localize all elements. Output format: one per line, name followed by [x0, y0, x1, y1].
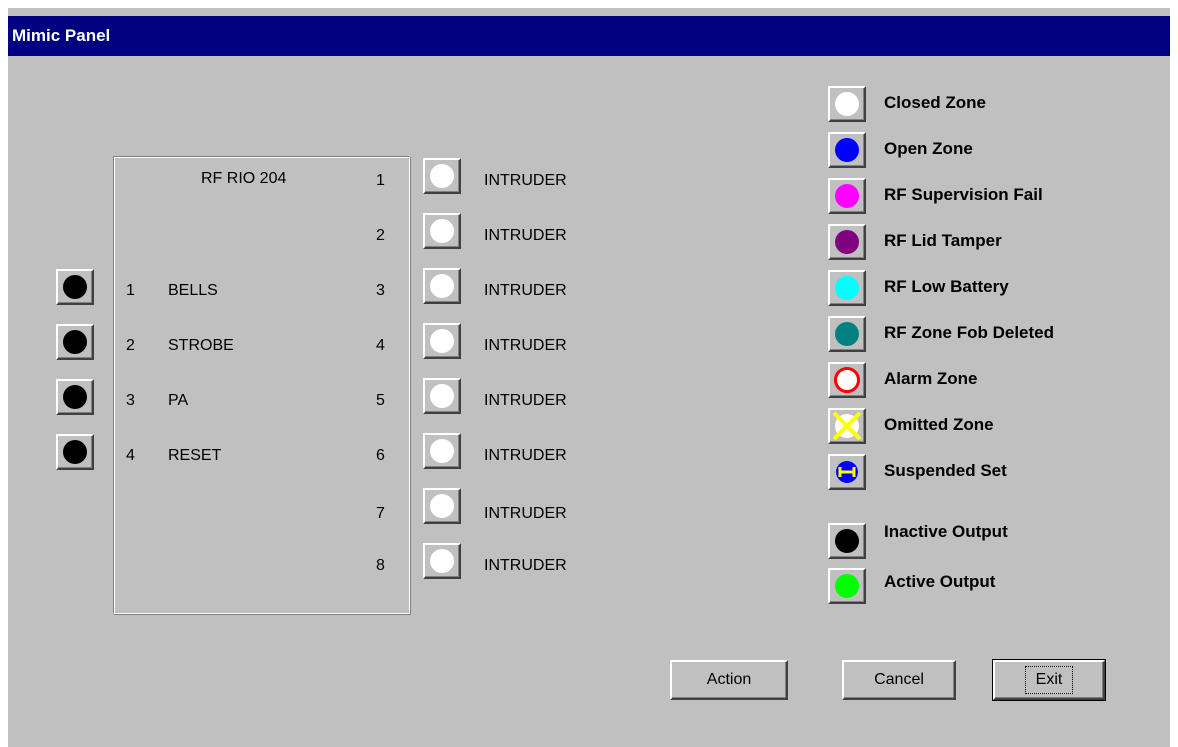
zone-3-button[interactable] [423, 268, 461, 304]
legend-rf-lid-tamper-label: RF Lid Tamper [884, 231, 1002, 250]
legend-rf-low-battery-label: RF Low Battery [884, 277, 1009, 296]
zone-1-button[interactable] [423, 158, 461, 194]
suspended-set-icon [836, 461, 858, 483]
zone-1-label: INTRUDER [484, 172, 567, 189]
zone-7-number: 7 [376, 505, 385, 522]
white-circle-icon [430, 219, 454, 243]
output-1-label: BELLS [168, 282, 218, 299]
exit-button[interactable]: Exit [992, 659, 1106, 701]
teal-circle-icon [835, 322, 859, 346]
legend-rf-zone-fob-deleted-label: RF Zone Fob Deleted [884, 323, 1054, 342]
legend-closed-zone-label: Closed Zone [884, 93, 987, 112]
white-circle-icon [430, 549, 454, 573]
cancel-button[interactable]: Cancel [842, 660, 956, 700]
zone-2-label: INTRUDER [484, 227, 567, 244]
mimic-panel-window: Mimic Panel RF RIO 204 1 BELLS 2 STROBE … [8, 8, 1170, 747]
white-circle-icon [430, 274, 454, 298]
green-circle-icon [835, 574, 859, 598]
output-1-button[interactable] [56, 269, 94, 305]
rio-group-box [113, 156, 410, 614]
output-3-button[interactable] [56, 379, 94, 415]
zone-4-number: 4 [376, 337, 385, 354]
zone-5-button[interactable] [423, 378, 461, 414]
blue-circle-icon [835, 138, 859, 162]
legend-inactive-output-swatch [828, 523, 866, 559]
legend-open-zone-swatch [828, 132, 866, 168]
output-4-number: 4 [126, 447, 135, 464]
window-title: Mimic Panel [8, 16, 1170, 56]
zone-6-number: 6 [376, 447, 385, 464]
zone-7-label: INTRUDER [484, 505, 567, 522]
legend-open-zone-label: Open Zone [884, 139, 973, 158]
legend-alarm-zone-label: Alarm Zone [884, 369, 978, 388]
legend-closed-zone-swatch [828, 86, 866, 122]
legend-omitted-zone-label: Omitted Zone [884, 415, 994, 434]
legend-suspended-set-label: Suspended Set [884, 461, 1007, 480]
black-circle-icon [63, 440, 87, 464]
zone-6-button[interactable] [423, 433, 461, 469]
yellow-cross-icon [832, 412, 862, 440]
legend-rf-supervision-fail-label: RF Supervision Fail [884, 185, 1043, 204]
output-4-button[interactable] [56, 434, 94, 470]
zone-8-number: 8 [376, 557, 385, 574]
black-circle-icon [63, 330, 87, 354]
legend-rf-lid-tamper-swatch [828, 224, 866, 260]
white-circle-icon [835, 92, 859, 116]
legend-omitted-zone-swatch [828, 408, 866, 444]
zone-4-button[interactable] [423, 323, 461, 359]
output-1-number: 1 [126, 282, 135, 299]
legend-active-output-swatch [828, 568, 866, 604]
zone-5-number: 5 [376, 392, 385, 409]
legend-suspended-set-swatch [828, 454, 866, 490]
zone-3-label: INTRUDER [484, 282, 567, 299]
cyan-circle-icon [835, 276, 859, 300]
white-circle-icon [430, 494, 454, 518]
zone-7-button[interactable] [423, 488, 461, 524]
black-circle-icon [63, 275, 87, 299]
zone-3-number: 3 [376, 282, 385, 299]
output-4-label: RESET [168, 447, 222, 464]
zone-2-number: 2 [376, 227, 385, 244]
magenta-circle-icon [835, 184, 859, 208]
exit-button-label: Exit [1024, 666, 1074, 694]
window-body: RF RIO 204 1 BELLS 2 STROBE 3 PA 4 RESET… [8, 56, 1170, 747]
white-circle-icon [430, 439, 454, 463]
output-2-number: 2 [126, 337, 135, 354]
legend-rf-low-battery-swatch [828, 270, 866, 306]
legend-inactive-output-label: Inactive Output [884, 522, 1008, 541]
output-2-label: STROBE [168, 337, 234, 354]
red-ring-icon [834, 367, 860, 393]
black-circle-icon [835, 529, 859, 553]
white-circle-icon [430, 164, 454, 188]
zone-2-button[interactable] [423, 213, 461, 249]
zone-4-label: INTRUDER [484, 337, 567, 354]
zone-8-label: INTRUDER [484, 557, 567, 574]
purple-circle-icon [835, 230, 859, 254]
zone-5-label: INTRUDER [484, 392, 567, 409]
white-circle-icon [430, 329, 454, 353]
output-3-label: PA [168, 392, 189, 409]
rio-title: RF RIO 204 [201, 170, 287, 187]
output-3-number: 3 [126, 392, 135, 409]
white-circle-icon [430, 384, 454, 408]
legend-rf-supervision-fail-swatch [828, 178, 866, 214]
zone-1-number: 1 [376, 172, 385, 189]
zone-6-label: INTRUDER [484, 447, 567, 464]
legend-active-output-label: Active Output [884, 572, 996, 591]
legend-alarm-zone-swatch [828, 362, 866, 398]
output-2-button[interactable] [56, 324, 94, 360]
black-circle-icon [63, 385, 87, 409]
action-button[interactable]: Action [670, 660, 788, 700]
zone-8-button[interactable] [423, 543, 461, 579]
legend-rf-zone-fob-deleted-swatch [828, 316, 866, 352]
